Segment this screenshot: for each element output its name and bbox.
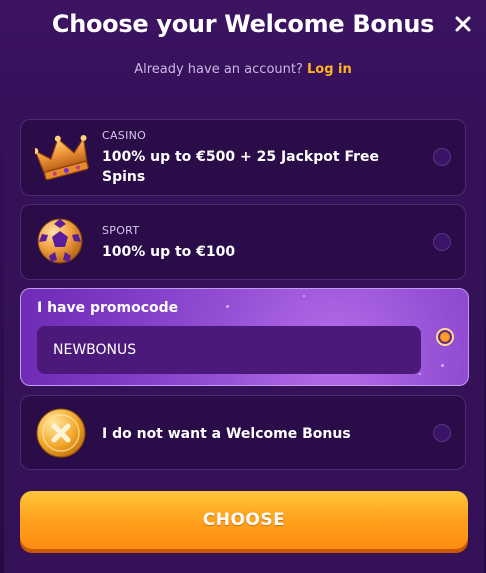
sparkle-decoration	[303, 295, 305, 297]
choose-button[interactable]: CHOOSE	[20, 491, 468, 549]
soccer-ball-icon	[35, 216, 87, 268]
login-prompt-text: Already have an account?	[134, 62, 303, 77]
radio-no-bonus[interactable]	[433, 424, 451, 442]
close-icon[interactable]	[452, 13, 474, 35]
option-category: CASINO	[102, 129, 147, 142]
sparkle-decoration	[226, 305, 229, 308]
modal-title: Choose your Welcome Bonus	[51, 10, 435, 38]
bonus-option-none[interactable]: I do not want a Welcome Bonus	[20, 395, 466, 470]
option-description: 100% up to €100	[102, 244, 236, 260]
radio-casino[interactable]	[433, 148, 451, 166]
no-bonus-label: I do not want a Welcome Bonus	[102, 426, 351, 442]
promocode-label: I have promocode	[37, 300, 179, 316]
bonus-option-promocode[interactable]: I have promocode	[20, 288, 469, 386]
radio-promocode[interactable]	[436, 328, 454, 346]
promocode-input[interactable]	[37, 326, 421, 374]
crown-icon	[32, 132, 89, 184]
login-link[interactable]: Log in	[307, 62, 352, 77]
bonus-options-panel: CASINO 100% up to €500 + 25 Jackpot Free…	[4, 99, 484, 573]
no-bonus-coin-icon	[35, 407, 87, 459]
bonus-option-casino[interactable]: CASINO 100% up to €500 + 25 Jackpot Free…	[20, 119, 466, 196]
modal-header: Choose your Welcome Bonus Already have a…	[0, 0, 486, 100]
sparkle-decoration	[419, 373, 421, 375]
login-prompt: Already have an account? Log in	[0, 62, 486, 77]
sparkle-decoration	[441, 364, 444, 367]
option-description: 100% up to €500 + 25 Jackpot Free Spins	[102, 149, 380, 185]
bonus-option-sport[interactable]: SPORT 100% up to €100	[20, 204, 466, 280]
radio-sport[interactable]	[433, 233, 451, 251]
welcome-bonus-modal: Choose your Welcome Bonus Already have a…	[0, 0, 486, 573]
option-category: SPORT	[102, 224, 140, 237]
